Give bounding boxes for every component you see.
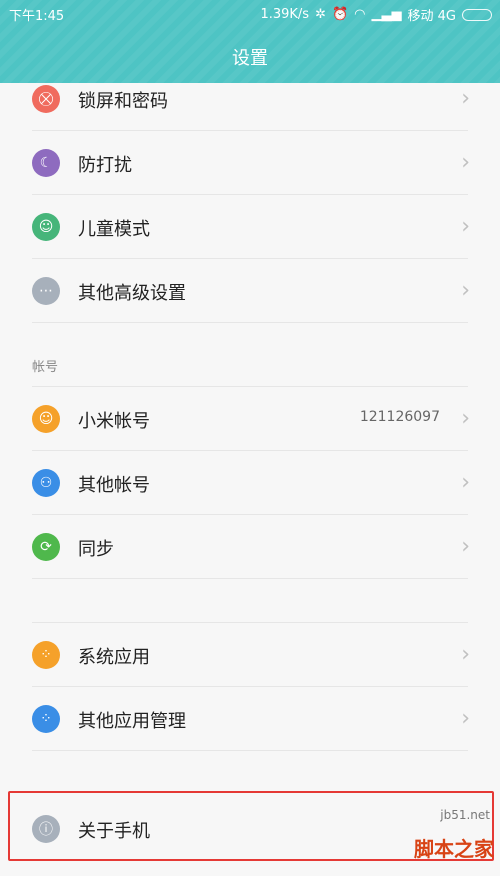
network-speed: 1.39K/s	[260, 7, 310, 22]
lock-icon: ⛒	[32, 85, 60, 113]
settings-item-system-apps[interactable]: ⁘ 系统应用 ›	[0, 623, 500, 687]
divider	[32, 750, 468, 751]
chevron-right-icon: ›	[461, 86, 470, 111]
settings-item-label: 小米帐号	[78, 411, 150, 432]
status-time: 下午1:45	[9, 9, 65, 24]
child-mode-icon: ☺	[32, 213, 60, 241]
settings-item-lock[interactable]: ⛒ 锁屏和密码 ›	[0, 67, 500, 131]
account-id: 121126097	[359, 409, 440, 425]
settings-item-label: 儿童模式	[78, 219, 150, 240]
chevron-right-icon: ›	[461, 534, 470, 559]
settings-item-label: 锁屏和密码	[78, 91, 168, 112]
status-right: 1.39K/s ✲ ⏰ ◠ ▁▃▅ 移动 4G	[260, 5, 492, 24]
settings-item-label: 其他帐号	[78, 475, 150, 496]
divider	[32, 322, 468, 323]
wifi-icon: ◠	[354, 7, 366, 22]
watermark-url: jb51.net	[440, 808, 490, 822]
signal-icon: ▁▃▅	[371, 7, 402, 22]
app-manage-icon: ⁘	[32, 705, 60, 733]
settings-item-label: 其他应用管理	[78, 711, 186, 732]
settings-item-dnd[interactable]: ☾ 防打扰 ›	[0, 131, 500, 195]
carrier-label: 移动 4G	[407, 9, 456, 24]
settings-item-label: 系统应用	[78, 647, 150, 668]
settings-item-label: 防打扰	[78, 155, 132, 176]
settings-item-other-accounts[interactable]: ⚇ 其他帐号 ›	[0, 451, 500, 515]
section-label-accounts: 帐号	[32, 360, 59, 375]
settings-item-advanced[interactable]: ⋯ 其他高级设置 ›	[0, 259, 500, 323]
chevron-right-icon: ›	[461, 470, 470, 495]
chevron-right-icon: ›	[461, 706, 470, 731]
settings-item-app-manage[interactable]: ⁘ 其他应用管理 ›	[0, 687, 500, 751]
chevron-right-icon: ›	[461, 278, 470, 303]
moon-icon: ☾	[32, 149, 60, 177]
account-add-icon: ⚇	[32, 469, 60, 497]
mi-account-icon: ☺	[32, 405, 60, 433]
alarm-icon: ⏰	[331, 7, 349, 22]
settings-item-mi-account[interactable]: ☺ 小米帐号 121126097 ›	[0, 387, 500, 451]
chevron-right-icon: ›	[461, 214, 470, 239]
sync-icon: ⟳	[32, 533, 60, 561]
settings-item-sync[interactable]: ⟳ 同步 ›	[0, 515, 500, 579]
divider	[32, 578, 468, 579]
chevron-right-icon: ›	[461, 406, 470, 431]
chevron-right-icon: ›	[461, 642, 470, 667]
status-bar: 下午1:45 1.39K/s ✲ ⏰ ◠ ▁▃▅ 移动 4G	[0, 0, 500, 26]
chevron-right-icon: ›	[461, 150, 470, 175]
watermark-text: 脚本之家	[414, 837, 494, 861]
system-apps-icon: ⁘	[32, 641, 60, 669]
settings-item-label: 同步	[78, 539, 114, 560]
settings-item-label: 其他高级设置	[78, 283, 186, 304]
more-icon: ⋯	[32, 277, 60, 305]
settings-item-child-mode[interactable]: ☺ 儿童模式 ›	[0, 195, 500, 259]
rotation-lock-icon: ✲	[315, 7, 326, 22]
battery-icon	[462, 8, 492, 21]
